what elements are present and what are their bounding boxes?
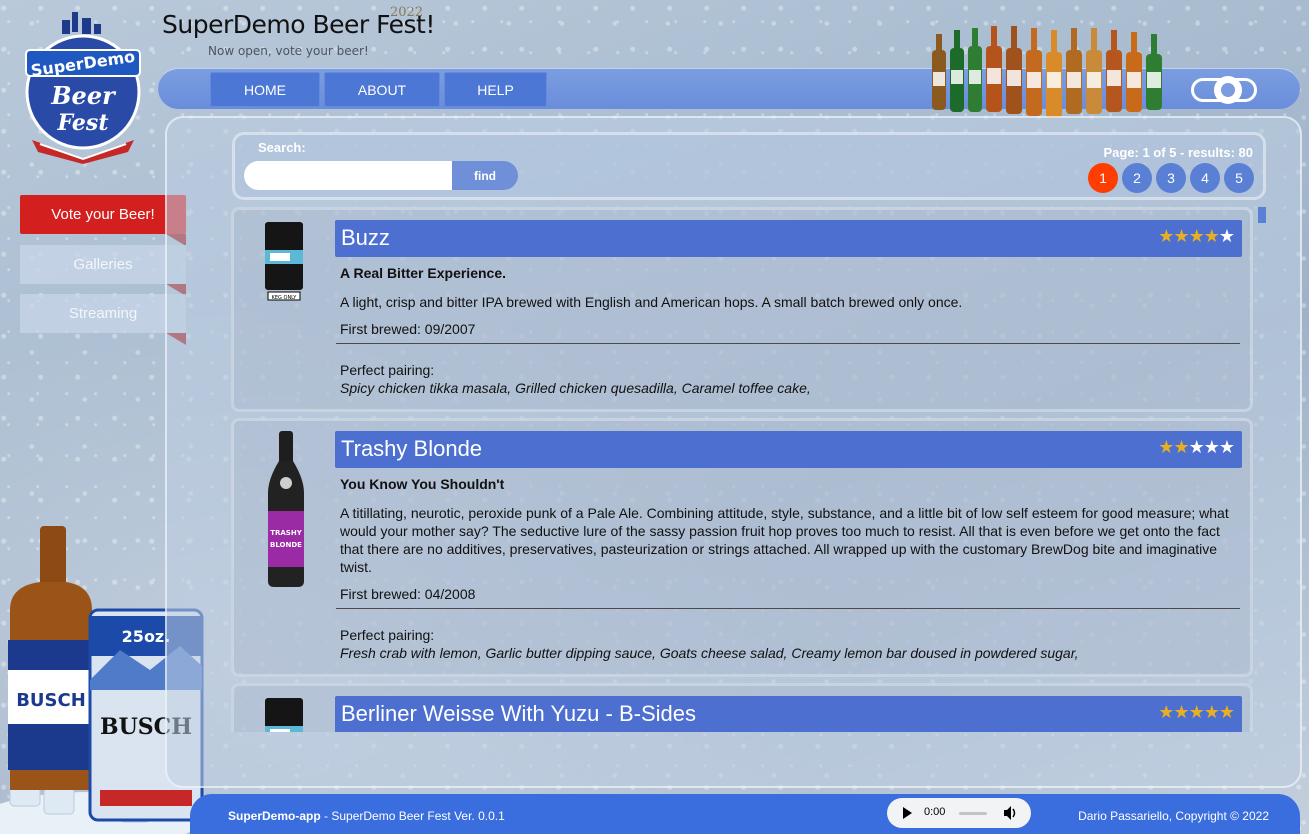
beer-name-bar: Trashy Blonde ★★★★★ bbox=[335, 431, 1242, 468]
rating-stars[interactable]: ★★★★★ bbox=[1158, 226, 1235, 247]
rating-stars[interactable]: ★★★★★ bbox=[1158, 437, 1235, 458]
beer-description: A light, crisp and bitter IPA brewed wit… bbox=[340, 294, 963, 310]
audio-seek-slider[interactable] bbox=[959, 812, 987, 815]
theme-toggle[interactable] bbox=[1191, 76, 1257, 104]
star-icon[interactable]: ★ bbox=[1204, 226, 1220, 247]
nav-about-button[interactable]: ABOUT bbox=[324, 72, 440, 107]
beer-list[interactable]: KEG ONLY Buzz ★★★★★ A Real Bitter Experi… bbox=[231, 207, 1267, 732]
star-icon[interactable]: ★ bbox=[1158, 437, 1174, 458]
pairing-text: Spicy chicken tikka masala, Grilled chic… bbox=[340, 380, 811, 396]
page-button-4[interactable]: 4 bbox=[1190, 163, 1220, 193]
page-button-3[interactable]: 3 bbox=[1156, 163, 1186, 193]
star-icon[interactable]: ★ bbox=[1189, 437, 1205, 458]
keg-only-label: KEG ONLY bbox=[272, 295, 298, 301]
beer-tagline: A Real Bitter Experience. bbox=[340, 265, 506, 281]
divider bbox=[336, 343, 1240, 344]
app-year: 2022 bbox=[390, 5, 424, 20]
svg-text:BUSCH: BUSCH bbox=[16, 690, 86, 711]
star-icon[interactable]: ★ bbox=[1189, 226, 1205, 247]
play-icon[interactable] bbox=[903, 807, 912, 819]
beer-name-bar: Berliner Weisse With Yuzu - B-Sides ★★★★… bbox=[335, 696, 1242, 732]
keg-icon: KEG ONLY bbox=[265, 222, 303, 301]
search-label: Search: bbox=[258, 140, 306, 155]
star-icon[interactable]: ★ bbox=[1173, 226, 1189, 247]
svg-text:Fest: Fest bbox=[57, 110, 109, 136]
sidebar-item-streaming[interactable]: Streaming bbox=[20, 294, 186, 333]
svg-text:25oz.: 25oz. bbox=[122, 627, 171, 646]
star-icon[interactable]: ★ bbox=[1219, 437, 1235, 458]
beer-name-bar: Buzz ★★★★★ bbox=[335, 220, 1242, 257]
first-brewed: First brewed: 09/2007 bbox=[340, 321, 476, 337]
sidebar-item-galleries[interactable]: Galleries bbox=[20, 245, 186, 284]
nav-help-button[interactable]: HELP bbox=[444, 72, 547, 107]
footer-app-name[interactable]: SuperDemo-app bbox=[228, 809, 321, 823]
svg-text:BLONDE: BLONDE bbox=[270, 541, 302, 549]
beer-bottles-banner bbox=[932, 26, 1162, 118]
keg-icon bbox=[265, 698, 303, 732]
app-header: SuperDemo Beer Fest! 2022 Now open, vote… bbox=[162, 5, 435, 58]
beer-name[interactable]: Buzz bbox=[341, 225, 390, 251]
footer-copyright: Dario Passariello, Copyright © 2022 bbox=[1078, 809, 1269, 823]
beer-name[interactable]: Berliner Weisse With Yuzu - B-Sides bbox=[341, 701, 696, 727]
star-icon[interactable]: ★ bbox=[1219, 226, 1235, 247]
pairing-text: Fresh crab with lemon, Garlic butter dip… bbox=[340, 645, 1079, 661]
star-icon[interactable]: ★ bbox=[1219, 702, 1235, 723]
volume-icon[interactable] bbox=[1003, 805, 1017, 821]
pairing-label: Perfect pairing: bbox=[340, 362, 435, 378]
rating-stars[interactable]: ★★★★★ bbox=[1158, 702, 1235, 723]
star-icon[interactable]: ★ bbox=[1158, 226, 1174, 247]
beer-description: A titillating, neurotic, peroxide punk o… bbox=[340, 505, 1229, 575]
nav-home-button[interactable]: HOME bbox=[210, 72, 320, 107]
footer-version: - SuperDemo Beer Fest Ver. 0.0.1 bbox=[320, 809, 505, 823]
divider bbox=[336, 608, 1240, 609]
audio-time: 0:00 bbox=[924, 806, 946, 818]
find-button[interactable]: find bbox=[452, 161, 518, 190]
star-icon[interactable]: ★ bbox=[1173, 702, 1189, 723]
svg-text:Beer: Beer bbox=[50, 81, 117, 110]
beer-name[interactable]: Trashy Blonde bbox=[341, 436, 482, 462]
beer-card: TRASHY BLONDE Trashy Blonde ★★★★★ You Kn… bbox=[231, 418, 1253, 677]
audio-player: 0:00 bbox=[887, 798, 1031, 828]
first-brewed: First brewed: 04/2008 bbox=[340, 586, 476, 602]
pairing-label: Perfect pairing: bbox=[340, 627, 435, 643]
beer-card: Berliner Weisse With Yuzu - B-Sides ★★★★… bbox=[231, 683, 1253, 732]
star-icon[interactable]: ★ bbox=[1189, 702, 1205, 723]
star-icon[interactable]: ★ bbox=[1204, 437, 1220, 458]
page-button-5[interactable]: 5 bbox=[1224, 163, 1254, 193]
beer-tagline: You Know You Shouldn't bbox=[340, 476, 505, 492]
star-icon[interactable]: ★ bbox=[1204, 702, 1220, 723]
star-icon[interactable]: ★ bbox=[1173, 437, 1189, 458]
app-subtitle: Now open, vote your beer! bbox=[208, 44, 369, 58]
page-button-2[interactable]: 2 bbox=[1122, 163, 1152, 193]
toggle-knob-icon bbox=[1214, 76, 1242, 104]
footer-app-info: SuperDemo-app - SuperDemo Beer Fest Ver.… bbox=[228, 809, 505, 823]
star-icon[interactable]: ★ bbox=[1158, 702, 1174, 723]
beer-card: KEG ONLY Buzz ★★★★★ A Real Bitter Experi… bbox=[231, 207, 1253, 412]
bottle-icon: TRASHY BLONDE bbox=[268, 431, 304, 587]
search-input[interactable] bbox=[244, 161, 454, 190]
pagination-info: Page: 1 of 5 - results: 80 bbox=[1103, 145, 1253, 160]
svg-text:TRASHY: TRASHY bbox=[270, 529, 302, 537]
superdemo-beer-fest-logo[interactable]: SuperDemo Beer Fest bbox=[22, 12, 144, 164]
sidebar-item-vote[interactable]: Vote your Beer! bbox=[20, 195, 186, 234]
page-button-1[interactable]: 1 bbox=[1088, 163, 1118, 193]
